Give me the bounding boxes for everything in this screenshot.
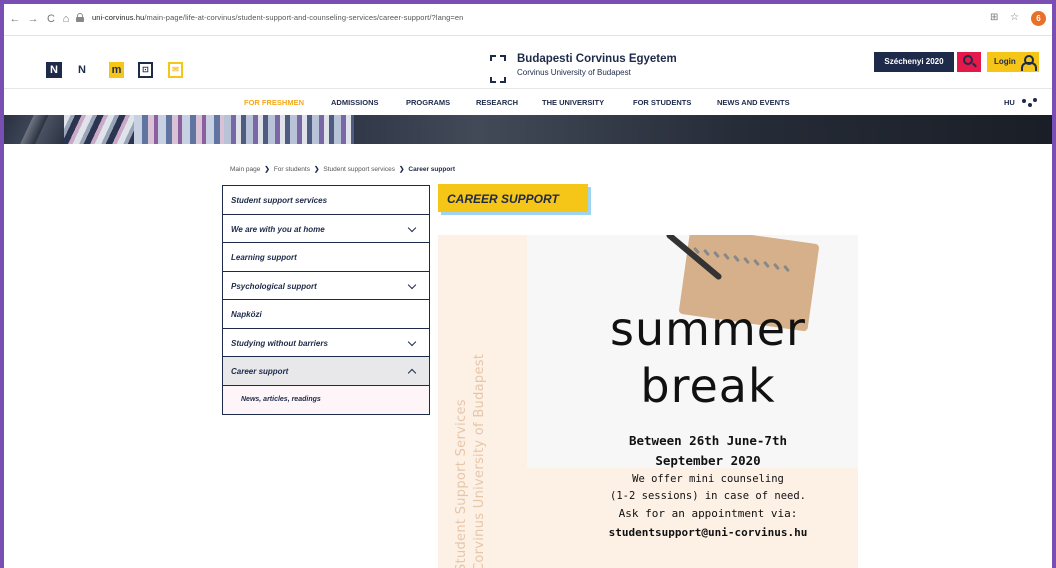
chevron-down-icon[interactable] — [407, 223, 417, 232]
sidebar-item-studying-without-barriers[interactable]: Studying without barriers — [223, 328, 429, 357]
sidebar-menu: Student support services We are with you… — [222, 185, 430, 415]
header-banner-image — [4, 115, 1052, 144]
arrow-right-icon[interactable]: → — [26, 12, 40, 26]
calendar-icon[interactable]: ⊡ — [138, 62, 153, 78]
chevron-up-icon[interactable] — [407, 368, 417, 378]
nav-item-admissions[interactable]: ADMISSIONS — [331, 98, 379, 107]
browser-window: ← → C ⌂ uni-corvinus.hu/main-page/life-a… — [4, 4, 1052, 568]
browser-toolbar: ← → C ⌂ uni-corvinus.hu/main-page/life-a… — [4, 4, 1052, 36]
sidebar-item-label: Napközi — [231, 310, 262, 319]
url-domain: uni-corvinus.hu — [92, 13, 145, 22]
user-icon — [1021, 55, 1037, 71]
star-icon[interactable]: ☆ — [1010, 12, 1019, 23]
nav-item-news-and-events[interactable]: NEWS AND EVENTS — [717, 98, 790, 107]
chevron-down-icon[interactable] — [407, 280, 417, 289]
breadcrumb-for-students[interactable]: For students — [274, 166, 310, 173]
poster-email: studentsupport@uni-corvinus.hu — [608, 526, 808, 539]
sidebar-item-label: Studying without barriers — [231, 338, 328, 348]
site-header: N N m ⊡ ✉ Budapesti Corvinus Egyetem Cor… — [4, 37, 1052, 89]
page-title: CAREER SUPPORT — [438, 184, 588, 212]
breadcrumb-separator-icon: ❯ — [398, 166, 405, 173]
url-path: /main-page/life-at-corvinus/student-supp… — [144, 13, 464, 22]
university-logo-icon[interactable] — [490, 55, 506, 83]
poster-dates-line-1: Between 26th June-7th — [628, 433, 788, 448]
language-switch[interactable]: HU — [1004, 98, 1015, 107]
sidebar-subitem-news-articles-readings[interactable]: News, articles, readings — [223, 385, 429, 414]
address-bar[interactable]: uni-corvinus.hu/main-page/life-at-corvin… — [92, 13, 463, 22]
poster-line-3: Ask for an appointment via: — [618, 507, 798, 520]
sidebar-item-label: Student support services — [231, 196, 328, 205]
breadcrumb-separator-icon: ❯ — [264, 166, 270, 173]
sidebar-item-label: We are with you at home — [231, 224, 325, 234]
sidebar-item-label: Psychological support — [231, 281, 317, 291]
home-icon[interactable]: ⌂ — [59, 12, 73, 26]
page-title-text: CAREER SUPPORT — [447, 192, 559, 206]
university-name[interactable]: Budapesti Corvinus Egyetem — [517, 53, 677, 65]
szechenyi-button[interactable]: Széchenyi 2020 — [874, 52, 954, 72]
mail-icon[interactable]: ✉ — [168, 62, 183, 78]
sidebar-item-napkozi[interactable]: Napközi — [223, 300, 429, 329]
nav-item-programs[interactable]: PROGRAMS — [406, 98, 450, 107]
breadcrumb-main-page[interactable]: Main page — [230, 166, 260, 173]
poster-headline-1: summer — [610, 302, 806, 356]
sidebar-item-label: Career support — [231, 367, 289, 376]
chevron-down-icon[interactable] — [407, 337, 417, 346]
sidebar-item-psychological-support[interactable]: Psychological support — [223, 271, 429, 300]
nav-item-research[interactable]: RESEARCH — [476, 98, 518, 107]
poster-dates-line-2: September 2020 — [655, 453, 761, 468]
menu-dots-icon[interactable] — [1022, 97, 1038, 109]
nav-item-for-students[interactable]: FOR STUDENTS — [633, 98, 691, 107]
sidebar-item-student-support-services[interactable]: Student support services — [223, 186, 429, 215]
main-navigation: FOR FRESHMEN ADMISSIONS PROGRAMS RESEARC… — [4, 90, 1052, 115]
university-subtitle: Corvinus University of Budapest — [517, 68, 631, 77]
breadcrumb-student-support-services[interactable]: Student support services — [323, 166, 395, 173]
sidebar-item-career-support[interactable]: Career support — [223, 357, 429, 386]
profile-avatar[interactable]: 6 — [1031, 11, 1046, 26]
nav-item-for-freshmen[interactable]: FOR FRESHMEN — [244, 98, 304, 107]
search-button[interactable] — [957, 52, 981, 72]
neptun-icon[interactable]: N — [46, 62, 62, 78]
translate-icon[interactable]: ⊞ — [990, 12, 998, 23]
poster-line-2: (1-2 sessions) in case of need. — [610, 490, 806, 502]
sidebar-item-we-are-with-you-at-home[interactable]: We are with you at home — [223, 214, 429, 243]
lock-icon — [76, 13, 84, 22]
arrow-left-icon[interactable]: ← — [8, 12, 22, 26]
login-button[interactable]: Login — [987, 52, 1039, 72]
sidebar-item-learning-support[interactable]: Learning support — [223, 243, 429, 272]
moodle-icon[interactable]: m — [109, 62, 124, 78]
breadcrumb-current: Career support — [408, 166, 456, 173]
breadcrumb-separator-icon: ❯ — [313, 166, 320, 173]
login-label: Login — [994, 57, 1016, 66]
summer-break-poster: Student Support Services Corvinus Univer… — [438, 235, 858, 568]
sidebar-subitem-label: News, articles, readings — [241, 395, 321, 403]
news-icon[interactable]: N — [75, 62, 89, 78]
breadcrumb: Main page ❯ For students ❯ Student support s… — [230, 165, 455, 173]
poster-headline-2: break — [640, 359, 776, 413]
poster-line-1: We offer mini counseling — [632, 473, 784, 485]
nav-item-the-university[interactable]: THE UNIVERSITY — [542, 98, 604, 107]
sidebar-item-label: Learning support — [231, 253, 297, 262]
reload-icon[interactable]: C — [44, 12, 58, 26]
